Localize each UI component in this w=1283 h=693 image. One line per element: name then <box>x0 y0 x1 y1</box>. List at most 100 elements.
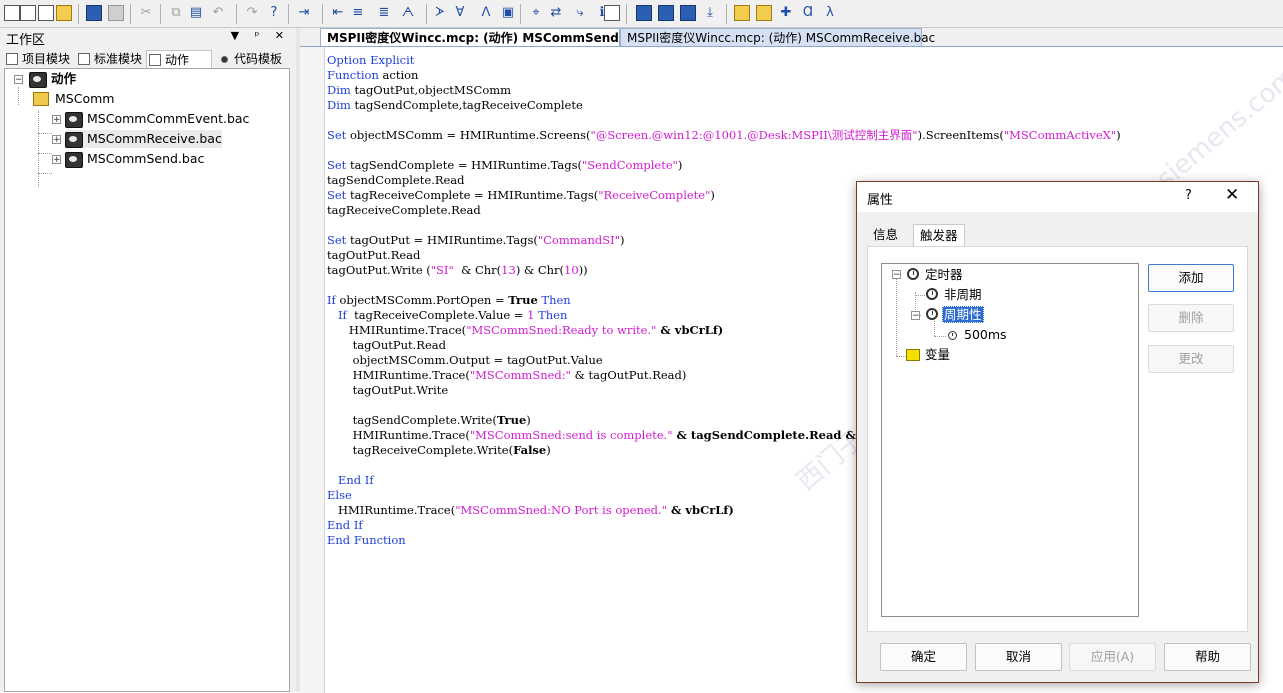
toolbar-separator <box>160 4 161 24</box>
toolbar-separator <box>520 4 521 24</box>
tab-trigger[interactable]: 触发器 <box>913 224 965 246</box>
workspace-controls[interactable]: ▼ ᵖ ✕ <box>231 29 290 42</box>
collapse-toggle[interactable]: − <box>892 270 901 280</box>
uncomment-icon[interactable]: ≣ <box>376 5 392 21</box>
lambda-icon[interactable]: Ɑ <box>800 5 816 21</box>
tree-file-receive[interactable]: MSCommReceive.bac <box>65 130 222 148</box>
tree-file-commevent[interactable]: MSCommCommEvent.bac <box>65 110 249 128</box>
trigger-tree: − 定时器 非周期 − 周期性 500ms 变量 <box>881 263 1139 617</box>
toolbar-separator <box>426 4 427 24</box>
redo-icon[interactable]: ↷ <box>244 5 260 21</box>
paste-icon[interactable]: ▤ <box>188 5 204 21</box>
dialog-help-button[interactable]: ? <box>1185 188 1192 203</box>
help-pointer-icon[interactable]: ? <box>266 5 282 21</box>
action-icon <box>149 54 161 66</box>
module-icon <box>6 53 18 65</box>
tab-mscommsend[interactable]: MSPII密度仪Wincc.mcp: (动作) MSCommSend.bac <box>320 28 647 46</box>
copy-icon[interactable]: ⧉ <box>168 5 184 21</box>
trigger-node-variable[interactable]: 变量 <box>925 347 950 363</box>
table-icon[interactable] <box>658 5 674 21</box>
replace-icon[interactable]: ⇄ <box>548 5 564 21</box>
cancel-button[interactable]: 取消 <box>975 643 1062 671</box>
toolbar-separator <box>626 4 627 24</box>
bookmark-icon[interactable]: ᗅ <box>400 5 416 21</box>
new-file-icon[interactable] <box>4 5 20 21</box>
bookmark-next-icon[interactable]: ᗆ <box>432 5 448 21</box>
screen-icon[interactable] <box>604 5 620 21</box>
comment-icon[interactable]: ≡ <box>350 5 366 21</box>
trigger-node-acyclic[interactable]: 非周期 <box>944 287 982 303</box>
toolbar-separator <box>726 4 727 24</box>
check-icon[interactable]: ✚ <box>778 5 794 21</box>
trigger-icon[interactable]: λ <box>822 5 838 21</box>
dialog-titlebar[interactable]: 属性 ? ✕ <box>857 182 1258 212</box>
dialog-close-button[interactable]: ✕ <box>1225 185 1239 205</box>
toolbar-separator <box>78 4 79 24</box>
folder-icon[interactable] <box>734 5 750 21</box>
tree-root-actions[interactable]: 动作 <box>29 70 76 88</box>
trigger-node-interval[interactable]: 500ms <box>964 327 1007 343</box>
tag-icon <box>906 349 920 361</box>
add-folder-icon[interactable] <box>756 5 772 21</box>
script-file-icon <box>65 112 83 128</box>
main-toolbar: ✂ ⧉ ▤ ↶ ↷? ⇥ ⇤ ≡ ≣ ᗅ ᗆ Ɐ ᐱ ▣ ⌖ ⇄ ⤷ ℹ ⤓ ✚ Ɑλ <box>0 0 1283 28</box>
tab-code-templates[interactable]: 代码模板 <box>216 50 282 68</box>
new-module-icon[interactable] <box>20 5 36 21</box>
collapse-toggle[interactable]: − <box>14 75 23 85</box>
small-timer-icon <box>948 331 957 340</box>
tab-info[interactable]: 信息 <box>867 224 904 246</box>
tab-standard-modules[interactable]: 标准模块 <box>76 50 142 68</box>
tree-file-send[interactable]: MSCommSend.bac <box>65 150 204 168</box>
apply-button[interactable]: 应用(A) <box>1069 643 1156 671</box>
editor-tab-bar: MSPII密度仪Wincc.mcp: (动作) MSCommSend.bac M… <box>300 28 1283 46</box>
module-icon <box>78 53 90 65</box>
trigger-panel: − 定时器 非周期 − 周期性 500ms 变量 添加 删除 更改 <box>867 246 1248 632</box>
trigger-node-timer[interactable]: 定时器 <box>925 267 963 283</box>
export-icon[interactable]: ⤓ <box>702 5 718 21</box>
properties-dialog: 属性 ? ✕ 信息 触发器 − 定时器 非周期 − 周期性 500ms 变量 添… <box>856 181 1259 683</box>
toolbar-separator <box>236 4 237 24</box>
delete-button[interactable]: 删除 <box>1148 304 1234 332</box>
timer-icon <box>926 308 938 320</box>
print-icon[interactable] <box>108 5 124 21</box>
goto-icon[interactable]: ⤷ <box>572 5 588 21</box>
timer-icon <box>907 268 919 280</box>
toolbar-separator <box>130 4 131 24</box>
expand-toggle[interactable]: + <box>52 115 61 125</box>
new-action-icon[interactable] <box>38 5 54 21</box>
find-icon[interactable]: ⌖ <box>528 5 544 21</box>
template-icon <box>221 56 228 63</box>
trigger-node-cyclic[interactable]: 周期性 <box>942 306 984 323</box>
indent-icon[interactable]: ⇥ <box>296 5 312 21</box>
toolbar-separator <box>288 4 289 24</box>
bookmark-prev-icon[interactable]: Ɐ <box>452 5 468 21</box>
workspace-title: 工作区 <box>6 33 46 48</box>
add-button[interactable]: 添加 <box>1148 264 1234 292</box>
bookmark-clear-icon[interactable]: ᐱ <box>478 5 494 21</box>
open-folder-icon[interactable] <box>56 5 72 21</box>
tag-icon[interactable] <box>636 5 652 21</box>
editor-gutter <box>300 47 325 693</box>
tab-project-modules[interactable]: 项目模块 <box>4 50 70 68</box>
help-button[interactable]: 帮助 <box>1164 643 1251 671</box>
tab-mscommreceive[interactable]: MSPII密度仪Wincc.mcp: (动作) MSCommReceive.ba… <box>620 28 935 46</box>
script-file-icon <box>65 132 83 148</box>
tab-actions[interactable]: 动作 <box>146 50 213 69</box>
actions-root-icon <box>29 72 47 88</box>
expand-toggle[interactable]: + <box>52 155 61 165</box>
collapse-toggle[interactable]: − <box>911 311 920 321</box>
action-tree: − 动作 MSComm + MSCommCommEvent.bac + MSCo… <box>4 68 290 692</box>
save-icon[interactable] <box>86 5 102 21</box>
workspace-tabs: 项目模块 标准模块 动作 代码模板 <box>0 50 296 69</box>
dialog-title: 属性 <box>867 193 894 208</box>
outdent-icon[interactable]: ⇤ <box>330 5 346 21</box>
ok-button[interactable]: 确定 <box>880 643 967 671</box>
dialog-icon[interactable] <box>680 5 696 21</box>
tree-folder-mscomm[interactable]: MSComm <box>33 90 114 108</box>
expand-toggle[interactable]: + <box>52 135 61 145</box>
undo-icon[interactable]: ↶ <box>210 5 226 21</box>
compile-icon[interactable]: ▣ <box>500 5 516 21</box>
toolbar-separator <box>322 4 323 24</box>
cut-icon[interactable]: ✂ <box>138 5 154 21</box>
change-button[interactable]: 更改 <box>1148 345 1234 373</box>
